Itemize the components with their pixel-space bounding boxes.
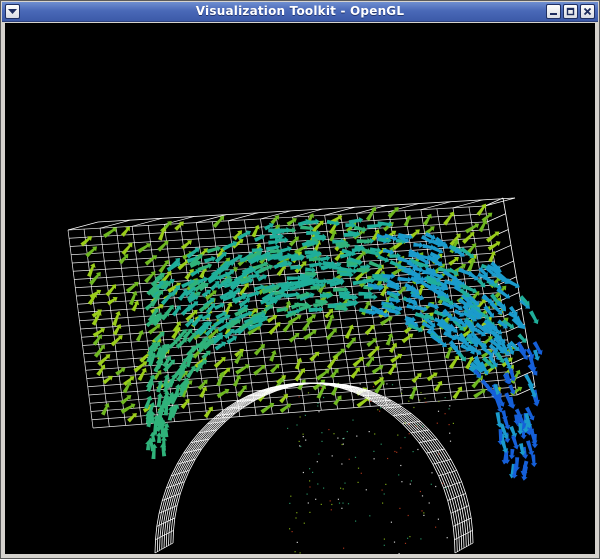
vector-glyph xyxy=(530,454,538,468)
vector-glyph xyxy=(144,255,158,266)
vector-glyph xyxy=(162,304,174,319)
vector-glyph xyxy=(174,221,184,231)
vector-glyph xyxy=(159,443,167,457)
vector-glyph xyxy=(390,353,403,364)
vector-glyph xyxy=(115,367,126,376)
vector-glyph xyxy=(508,448,516,460)
close-icon xyxy=(583,7,592,16)
vector-glyph xyxy=(160,220,172,234)
vector-glyph xyxy=(100,402,110,416)
vector-glyph xyxy=(356,237,372,245)
vector-glyph xyxy=(125,281,139,293)
vector-glyph xyxy=(180,398,190,409)
title-bar[interactable]: Visualization Toolkit - OpenGL xyxy=(2,2,598,22)
vector-glyph xyxy=(426,372,438,382)
vector-glyph xyxy=(266,314,278,323)
vector-glyph xyxy=(344,324,354,340)
vector-glyph xyxy=(260,402,275,414)
vector-glyph xyxy=(397,276,412,283)
vector-glyph xyxy=(203,406,213,419)
vector-glyph xyxy=(157,240,169,252)
vector-glyph xyxy=(236,385,247,398)
vector-glyph xyxy=(269,350,277,362)
vector-glyph xyxy=(279,393,288,404)
vector-glyph xyxy=(257,274,268,282)
vector-glyph xyxy=(245,290,261,299)
minimize-button[interactable] xyxy=(546,4,561,19)
close-button[interactable] xyxy=(580,4,595,19)
vector-glyph xyxy=(529,310,539,325)
vector-glyph xyxy=(423,213,432,226)
vector-glyph xyxy=(413,241,424,249)
vector-glyph xyxy=(365,206,377,221)
maximize-button[interactable] xyxy=(563,4,578,19)
vector-glyph xyxy=(279,403,292,414)
vector-glyph xyxy=(411,372,422,384)
minimize-icon xyxy=(550,13,557,15)
vector-glyph xyxy=(485,231,500,243)
window-menu-icon xyxy=(8,9,17,14)
render-viewport[interactable] xyxy=(5,23,595,554)
window-menu-button[interactable] xyxy=(5,4,20,19)
vector-glyph xyxy=(137,243,151,254)
vector-glyph xyxy=(106,296,118,306)
vector-glyph xyxy=(452,386,463,400)
app-window: Visualization Toolkit - OpenGL xyxy=(0,0,600,559)
vector-glyph xyxy=(403,215,412,227)
vector-glyph xyxy=(511,435,520,450)
window-title: Visualization Toolkit - OpenGL xyxy=(195,4,405,18)
vector-glyph xyxy=(433,380,443,392)
maximize-icon xyxy=(566,7,575,16)
arc-wireframe xyxy=(154,382,474,554)
vector-glyph xyxy=(448,256,459,266)
vector-glyph xyxy=(105,284,117,297)
vector-glyph xyxy=(309,351,320,362)
vector-glyph xyxy=(135,329,144,342)
vtk-scene xyxy=(67,197,543,554)
